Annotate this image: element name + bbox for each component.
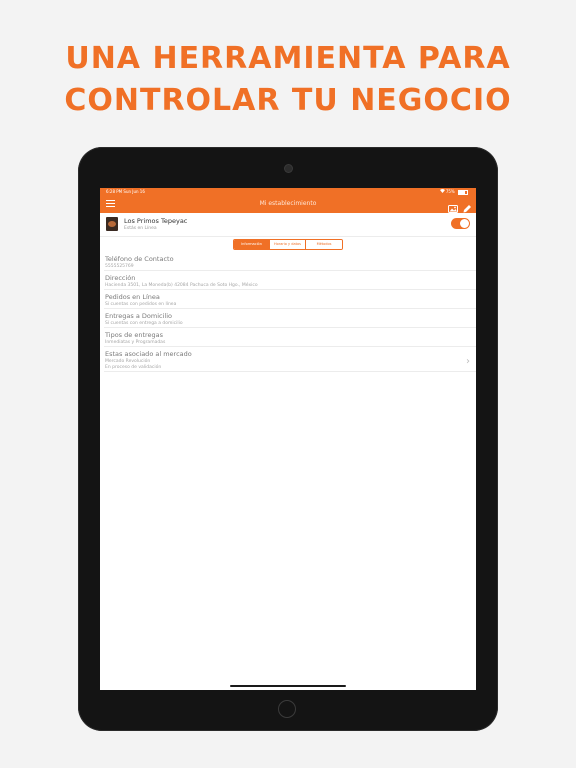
list-item-label: Dirección xyxy=(105,274,136,282)
online-toggle[interactable] xyxy=(451,218,470,229)
segment-horario[interactable]: Horario y datos xyxy=(270,240,306,249)
list-item-value: Inmediatas y Programadas xyxy=(105,340,166,345)
store-name: Los Primos Tepeyac xyxy=(124,217,188,225)
front-camera xyxy=(285,165,292,172)
list-item-value: 5555525769 xyxy=(105,264,134,269)
store-header: Los Primos Tepeyac Estás en Línea xyxy=(100,213,476,237)
segment-informacion[interactable]: Información xyxy=(234,240,270,249)
nav-bar: Mi establecimiento xyxy=(100,195,476,213)
list-item-entregas[interactable]: Entregas a Domicilio Sí cuentas con entr… xyxy=(104,309,476,328)
list-item-label: Teléfono de Contacto xyxy=(105,255,174,263)
list-item-telefono[interactable]: Teléfono de Contacto 5555525769 xyxy=(104,252,476,271)
status-time-date: 6:28 PM Sun Jun 16 xyxy=(106,188,145,195)
headline-line-1: UNA HERRAMIENTA PARA xyxy=(65,41,511,76)
status-date: Sun Jun 16 xyxy=(123,189,145,194)
list-item-label: Pedidos en Línea xyxy=(105,293,160,301)
list-item-value-secondary: En proceso de validación xyxy=(105,365,162,370)
status-right: 75% xyxy=(439,188,468,195)
list-item-value: Sí cuentas con entrega a domicilio xyxy=(105,321,183,326)
segmented-control: Información Horario y datos Métodos xyxy=(233,239,343,250)
list-item-value: Sí cuentas con pedidos en línea xyxy=(105,302,177,307)
store-avatar xyxy=(106,217,118,231)
pencil-edit-icon[interactable] xyxy=(462,199,472,213)
home-indicator xyxy=(230,685,346,687)
status-time: 6:28 PM xyxy=(106,189,123,194)
list-item-direccion[interactable]: Dirección Hacienda 3501, La Moneda(b) 42… xyxy=(104,271,476,290)
battery-icon xyxy=(458,189,468,195)
list-item-label: Entregas a Domicilio xyxy=(105,312,173,320)
store-status: Estás en Línea xyxy=(124,226,157,231)
list-item-pedidos[interactable]: Pedidos en Línea Sí cuentas con pedidos … xyxy=(104,290,476,309)
list-item-tipos-entregas[interactable]: Tipos de entregas Inmediatas y Programad… xyxy=(104,328,476,347)
app-screen: 6:28 PM Sun Jun 16 75% Mi establecimient… xyxy=(100,188,476,690)
list-item-value: Hacienda 3501, La Moneda(b) 42084 Pachuc… xyxy=(105,283,258,288)
segment-metodos[interactable]: Métodos xyxy=(306,240,342,249)
store-image-icon[interactable] xyxy=(448,199,458,213)
list-item-label: Tipos de entregas xyxy=(105,331,164,339)
chevron-right-icon: › xyxy=(466,356,470,367)
battery-percent: 75% xyxy=(445,189,455,194)
promo-headline: UNA HERRAMIENTA PARA CONTROLAR TU NEGOCI… xyxy=(0,38,576,122)
list-item-label: Estas asociado al mercado xyxy=(105,350,192,358)
headline-line-2: CONTROLAR TU NEGOCIO xyxy=(64,83,512,118)
status-bar: 6:28 PM Sun Jun 16 75% xyxy=(100,188,476,195)
store-details-list: Teléfono de Contacto 5555525769 Direcció… xyxy=(100,252,476,372)
list-item-mercado[interactable]: Estas asociado al mercado Mercado Revolu… xyxy=(104,347,476,372)
nav-title: Mi establecimiento xyxy=(259,200,317,207)
home-button[interactable] xyxy=(278,700,296,718)
